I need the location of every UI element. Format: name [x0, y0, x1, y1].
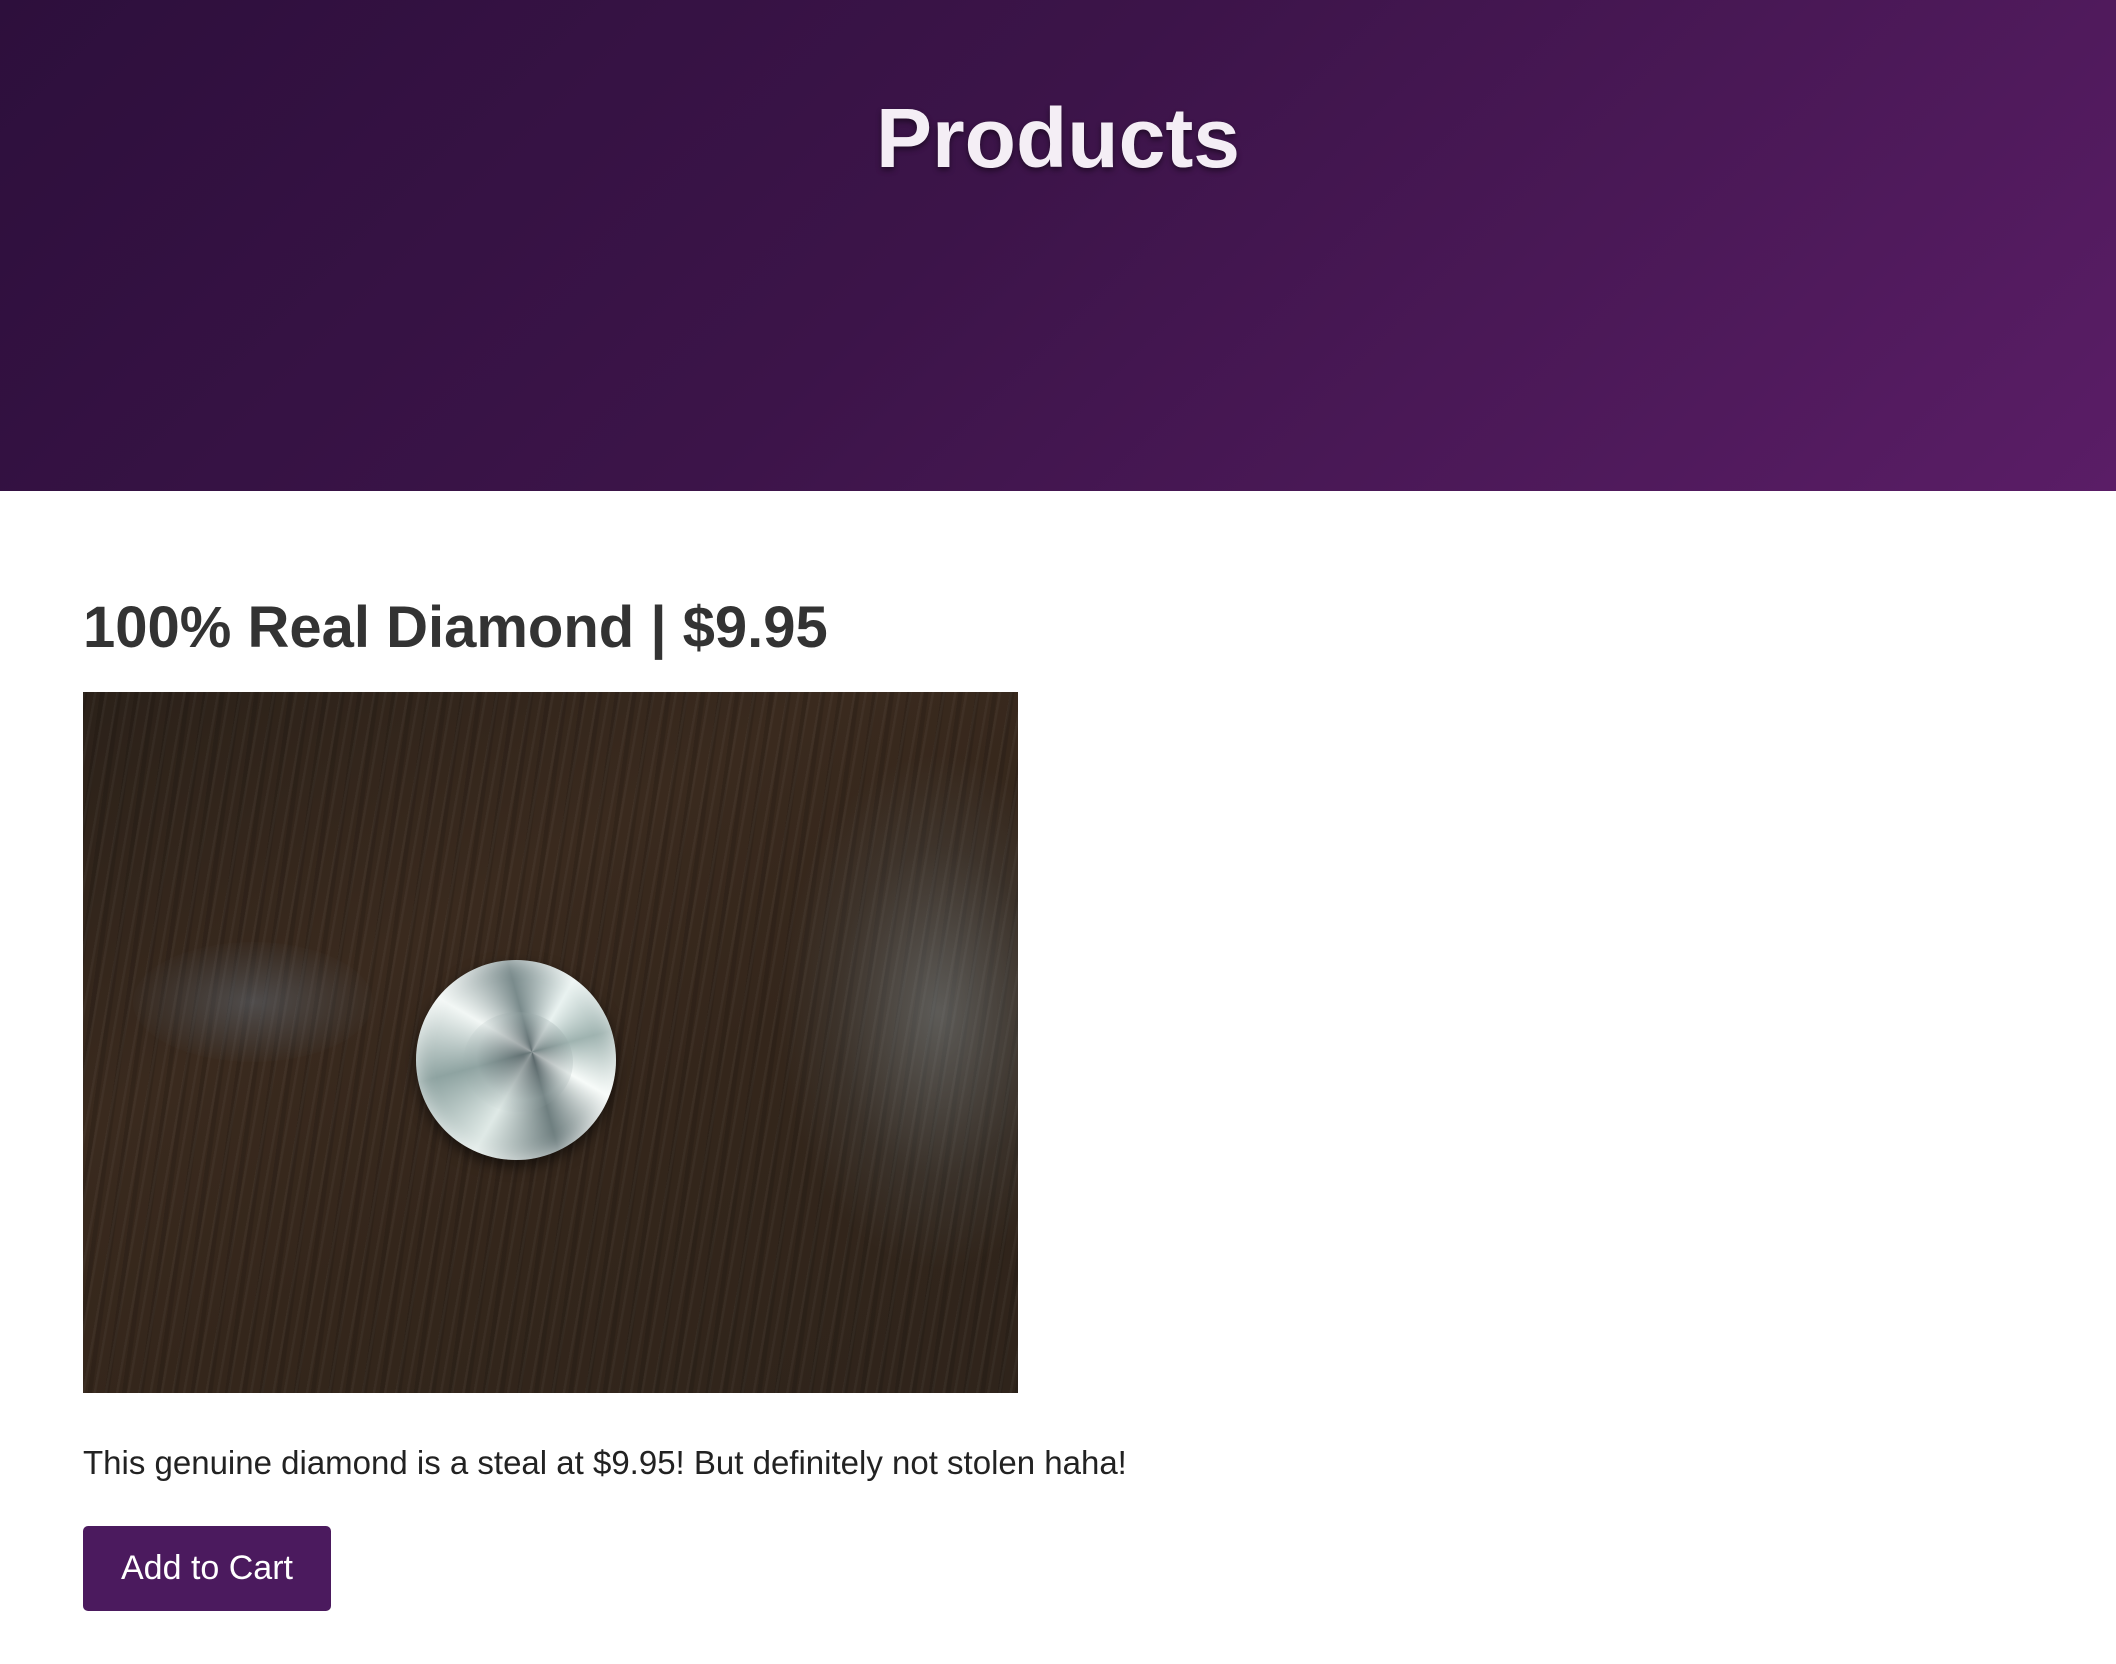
- page-header: Products: [0, 0, 2116, 491]
- page-title: Products: [875, 91, 1241, 185]
- product-card: 100% Real Diamond | $9.95 This genuine d…: [83, 580, 2033, 1611]
- image-smudge: [133, 942, 373, 1062]
- product-description: This genuine diamond is a steal at $9.95…: [83, 1444, 1127, 1481]
- add-to-cart-button[interactable]: Add to Cart: [83, 1526, 331, 1611]
- product-title: 100% Real Diamond | $9.95: [83, 595, 828, 660]
- image-glare: [778, 752, 1018, 1272]
- diamond-core: [463, 1012, 573, 1112]
- product-image: [83, 692, 1018, 1393]
